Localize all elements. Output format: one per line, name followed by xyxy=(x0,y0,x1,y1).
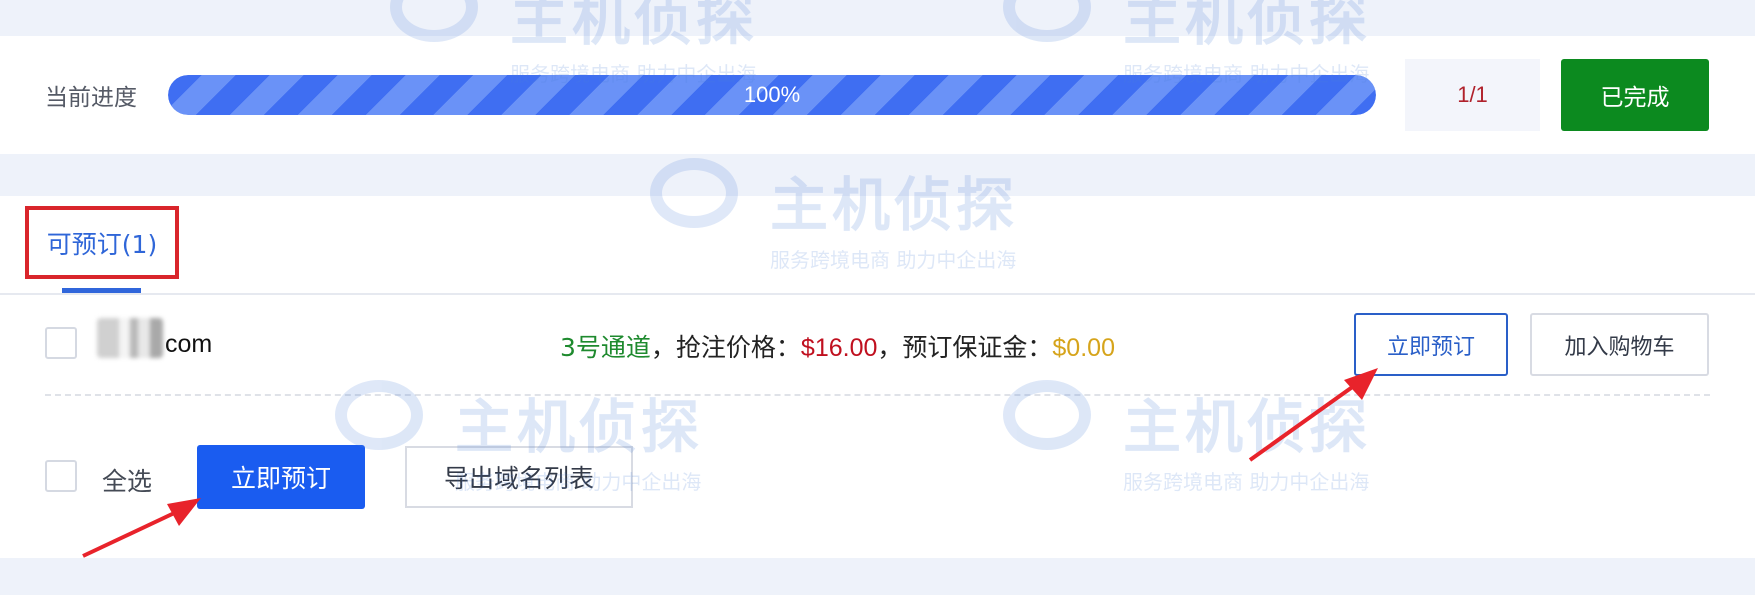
deposit-label: ，预订保证金： xyxy=(877,333,1053,362)
page-counter: 1/1 xyxy=(1405,59,1540,131)
completed-button[interactable]: 已完成 xyxy=(1561,59,1709,131)
progress-bar: 100% xyxy=(168,75,1376,115)
add-to-cart-button[interactable]: 加入购物车 xyxy=(1530,313,1709,376)
channel-info: 3号通道，抢注价格：$16.00，预订保证金：$0.00 xyxy=(560,328,1115,364)
channel-name: 3号通道 xyxy=(560,333,651,362)
price-label: ，抢注价格： xyxy=(650,333,801,362)
select-all-checkbox[interactable] xyxy=(45,460,77,492)
progress-label: 当前进度 xyxy=(45,85,137,111)
domain-name-blurred xyxy=(97,318,163,358)
export-domain-list-button[interactable]: 导出域名列表 xyxy=(405,446,633,508)
progress-percent: 100% xyxy=(743,82,801,107)
reserve-now-button[interactable]: 立即预订 xyxy=(1354,313,1508,376)
progress-bar-fill: 100% xyxy=(168,75,1376,115)
bulk-reserve-button[interactable]: 立即预订 xyxy=(197,445,365,509)
select-all-label[interactable]: 全选 xyxy=(102,462,152,498)
domain-row-checkbox[interactable] xyxy=(45,327,77,359)
price-value: $16.00 xyxy=(800,334,878,362)
tab-available[interactable]: 可预订(1) xyxy=(25,206,179,279)
deposit-value: $0.00 xyxy=(1052,334,1115,362)
row-divider xyxy=(45,394,1710,396)
domain-suffix: com xyxy=(165,330,213,358)
tab-divider xyxy=(0,293,1755,295)
